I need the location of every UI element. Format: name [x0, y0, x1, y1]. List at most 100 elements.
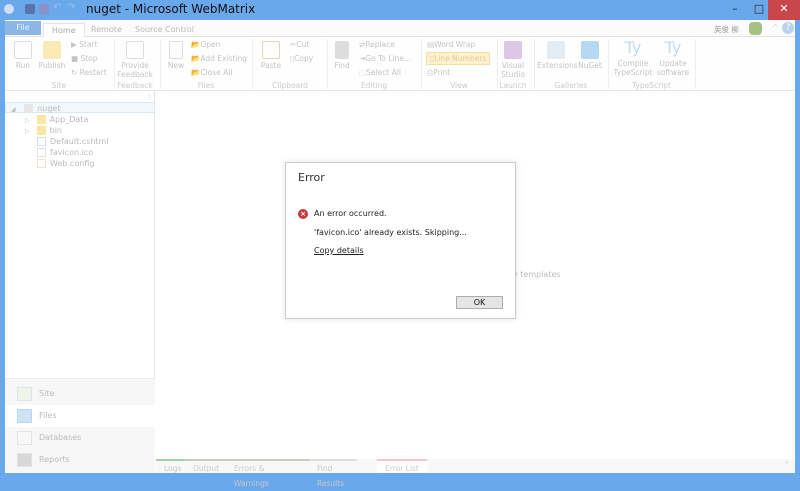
group-feedback: Feedback — [117, 81, 153, 90]
tab-label: Errors & Warnings — [234, 464, 269, 488]
file-tree-pane: ‹ ◢ nuget ▷ App_Data ▷ bin Default.cshtml … — [5, 91, 155, 473]
print-label: Print — [433, 68, 451, 77]
ok-button[interactable]: OK — [456, 296, 503, 309]
divider — [695, 39, 696, 89]
window-title: nuget - Microsoft WebMatrix — [86, 2, 256, 16]
copy-label: Copy — [294, 54, 314, 63]
run-button[interactable]: Run — [11, 41, 35, 70]
visual-studio-button[interactable]: Visual Studio — [498, 41, 528, 79]
replace-button[interactable]: ⇄Replace — [359, 40, 395, 49]
line-numbers-toggle[interactable]: ▯Line Numbers — [426, 52, 491, 65]
go-to-line-button[interactable]: ⇥Go To Line... — [359, 54, 411, 63]
go-to-line-label: Go To Line... — [365, 54, 412, 63]
close-button[interactable]: ✕ — [768, 0, 800, 20]
tab-home[interactable]: Home — [43, 23, 85, 37]
error-detail: 'favicon.ico' already exists. Skipping..… — [314, 228, 467, 237]
open-button[interactable]: 📂Open — [191, 40, 220, 49]
new-file-icon — [169, 41, 183, 59]
publish-icon — [43, 41, 61, 59]
start-button[interactable]: ▶ Start — [71, 40, 97, 49]
add-existing-button[interactable]: 📂Add Existing — [191, 54, 247, 63]
update-software-button[interactable]: Ty Update software — [653, 39, 693, 78]
group-view: View — [450, 81, 468, 90]
background-text: y templates — [513, 270, 561, 279]
tab-file[interactable]: File — [5, 21, 41, 35]
project-icon — [24, 104, 34, 113]
redo-icon[interactable]: ↷ — [67, 2, 77, 13]
nav-databases[interactable]: Databases — [5, 427, 155, 449]
tab-find-results[interactable]: Find Results — [309, 459, 357, 488]
tree-label: Web.config — [50, 159, 95, 168]
tree-label: favicon.ico — [50, 148, 94, 157]
nuget-button[interactable]: NuGet — [577, 41, 603, 70]
tab-output[interactable]: Output — [185, 459, 226, 473]
folder-icon — [36, 115, 46, 124]
new-button[interactable]: New — [165, 41, 187, 70]
update-label: Update software — [656, 59, 690, 77]
tab-errors-warnings[interactable]: Errors & Warnings — [226, 459, 309, 488]
publish-button[interactable]: Publish — [37, 41, 67, 70]
copy-details-link[interactable]: Copy details — [314, 246, 364, 255]
replace-label: Replace — [365, 40, 395, 49]
nav-label: Reports — [39, 455, 70, 464]
find-button[interactable]: Find — [332, 41, 352, 70]
compile-label: Compile TypeScript — [613, 59, 653, 77]
print-button[interactable]: ⎙Print — [427, 68, 450, 78]
select-all-button[interactable]: ⬚Select All — [359, 68, 401, 77]
group-clipboard: Clipboard — [272, 81, 308, 90]
paste-icon — [262, 41, 280, 59]
nuget-icon — [581, 41, 599, 59]
save-icon[interactable] — [25, 4, 35, 14]
stop-button[interactable]: ■ Stop — [71, 54, 98, 63]
tree-label: App_Data — [49, 115, 89, 124]
add-existing-label: Add Existing — [200, 54, 247, 63]
tree-label: nuget — [37, 104, 61, 113]
minimize-button[interactable]: – — [722, 0, 748, 20]
group-launch: Launch — [499, 81, 527, 90]
site-icon — [17, 387, 32, 401]
tree-root[interactable]: ◢ nuget — [5, 102, 155, 113]
tree-item[interactable]: Web.config — [5, 158, 155, 169]
cut-label: Cut — [296, 40, 310, 49]
tree-item[interactable]: ▷ bin — [5, 125, 155, 136]
expand-icon[interactable]: ▷ — [25, 117, 30, 124]
user-name[interactable]: 英俊 柳 — [714, 24, 739, 35]
nav-reports[interactable]: Reports — [5, 449, 155, 471]
paste-label: Paste — [260, 61, 282, 70]
file-icon — [37, 137, 46, 146]
expand-icon[interactable]: ◢ — [11, 106, 16, 113]
paste-button[interactable]: Paste — [259, 41, 283, 70]
avatar[interactable] — [749, 22, 762, 35]
copy-button[interactable]: ▯Copy — [290, 54, 313, 63]
tab-error-list[interactable]: Error List — [377, 459, 427, 473]
visual-studio-label: Visual Studio — [501, 61, 525, 79]
tab-logs[interactable]: Logs — [156, 459, 185, 473]
provide-feedback-button[interactable]: Provide Feedback — [115, 41, 155, 79]
collapse-pane-icon[interactable]: ‹ — [148, 92, 151, 100]
publish-icon[interactable] — [39, 4, 49, 14]
tab-source-control[interactable]: Source Control — [127, 23, 202, 37]
cut-button[interactable]: ✂Cut — [290, 40, 309, 49]
nav-site[interactable]: Site — [5, 383, 155, 405]
workspace-nav: Site Files Databases Reports — [5, 378, 155, 473]
app-icon — [4, 4, 14, 14]
error-icon: × — [298, 209, 308, 219]
word-wrap-button[interactable]: ▤Word Wrap — [427, 40, 475, 49]
close-all-button[interactable]: 📂Close All — [191, 68, 232, 77]
extensions-button[interactable]: Extensions — [537, 41, 578, 70]
tree-item[interactable]: Default.cshtml — [5, 136, 155, 147]
compile-typescript-button[interactable]: Ty Compile TypeScript — [613, 39, 653, 78]
restart-button[interactable]: ↻ Restart — [71, 68, 107, 77]
file-icon — [37, 148, 46, 157]
nav-files[interactable]: Files — [5, 405, 155, 427]
expand-icon[interactable]: ▷ — [25, 128, 30, 135]
new-label: New — [167, 61, 185, 70]
nav-label: Files — [39, 411, 57, 420]
tab-remote[interactable]: Remote — [83, 23, 130, 37]
help-icon[interactable]: ? — [782, 22, 794, 34]
expand-panel-icon[interactable]: ^ — [784, 461, 790, 469]
collapse-ribbon-icon[interactable]: ^ — [772, 23, 779, 32]
tree-item[interactable]: favicon.ico — [5, 147, 155, 158]
tree-item[interactable]: ▷ App_Data — [5, 114, 155, 125]
undo-icon[interactable]: ↶ — [53, 2, 63, 13]
